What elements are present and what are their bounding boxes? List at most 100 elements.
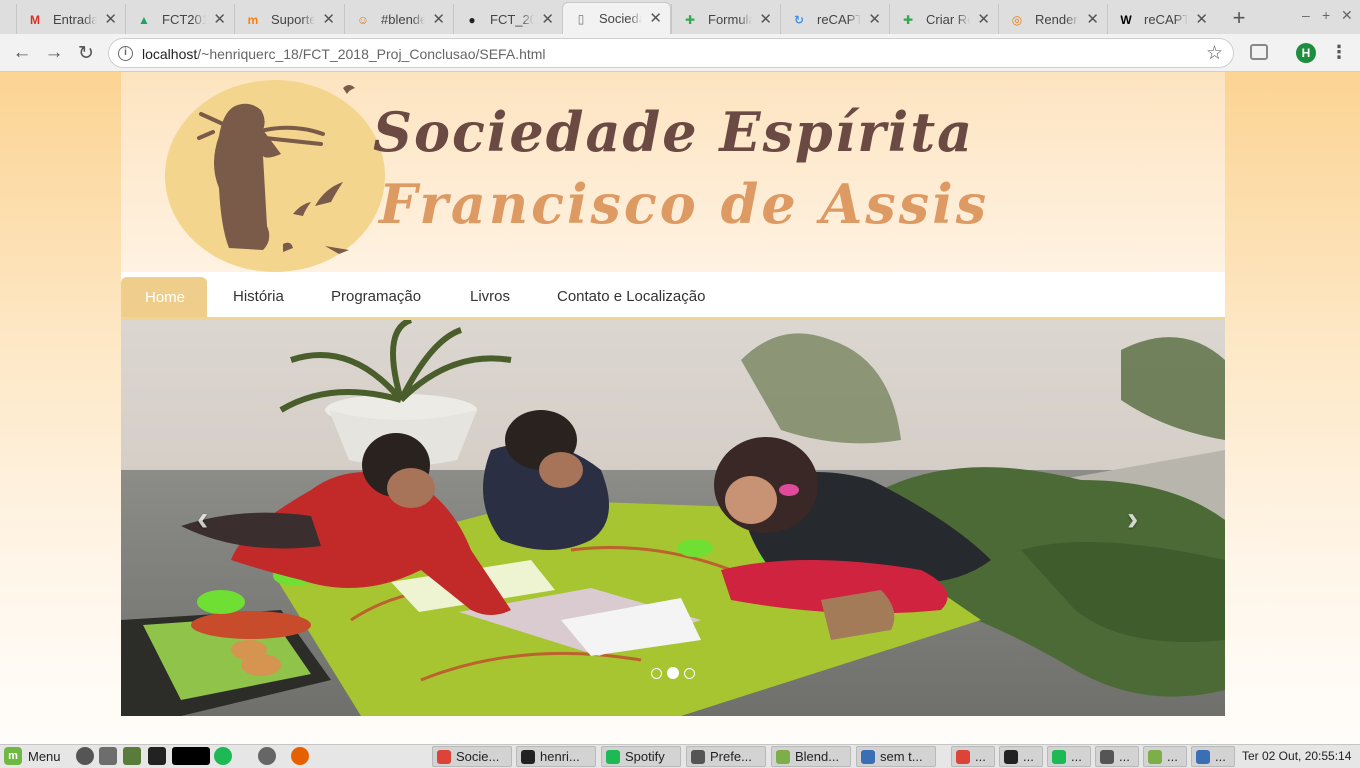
carousel-indicator-dot[interactable] — [651, 668, 662, 679]
start-menu-label: Menu — [28, 748, 61, 764]
tab-close-icon[interactable]: ✕ — [104, 10, 117, 28]
taskbar-grouped-window-button[interactable]: ... — [1095, 746, 1139, 767]
editor-icon — [861, 749, 875, 764]
tab-close-icon[interactable]: ✕ — [541, 10, 554, 28]
browser-tab[interactable]: ● FCT_2018 ✕ — [453, 4, 562, 34]
folder-icon — [776, 749, 790, 764]
browser-tab[interactable]: ▲ FCT2018 ✕ — [125, 4, 234, 34]
taskbar-grouped-window-button[interactable]: ... — [1143, 746, 1187, 767]
site-info-icon[interactable]: i — [118, 46, 133, 61]
editor-icon — [1196, 749, 1210, 764]
puzzle-green-icon: ✚ — [684, 13, 696, 27]
tab-close-icon[interactable]: ✕ — [977, 10, 990, 28]
taskbar-window-label: ... — [1023, 749, 1034, 764]
taskbar-window-label: Blend... — [795, 749, 840, 764]
show-desktop-icon[interactable] — [99, 747, 117, 765]
browser-tab[interactable]: ☺ #blender ✕ — [344, 4, 453, 34]
tab-title: Suporte — [271, 11, 315, 27]
chrome-icon — [956, 749, 970, 764]
browser-tab[interactable]: ▯ Sociedade ✕ — [562, 2, 671, 34]
tab-title: FCT_2018 — [490, 11, 534, 27]
tab-close-icon[interactable]: ✕ — [649, 9, 662, 27]
new-tab-button[interactable]: + — [1228, 5, 1250, 31]
taskbar-window-label: ... — [1215, 749, 1226, 764]
taskbar-window-button[interactable]: henri... — [516, 746, 596, 767]
carousel-next-icon[interactable]: › — [1127, 500, 1138, 539]
image-carousel: ‹ › — [121, 320, 1225, 716]
wikipedia-icon: W — [1120, 13, 1132, 27]
nav-item-historia[interactable]: História — [233, 288, 284, 305]
moodle-icon: m — [247, 13, 259, 27]
browser-tab[interactable]: m Suporte ✕ — [234, 4, 343, 34]
url-text[interactable]: localhost/~henriquerc_18/FCT_2018_Proj_C… — [142, 46, 546, 62]
tab-close-icon[interactable]: ✕ — [322, 10, 335, 28]
clock[interactable]: Ter 02 Out, 20:55:14 — [1242, 749, 1351, 763]
taskbar-grouped-window-button[interactable]: ... — [999, 746, 1043, 767]
site-header: Sociedade Espírita Francisco de Assis — [121, 72, 1225, 272]
taskbar-window-button[interactable]: Socie... — [432, 746, 512, 767]
browser-tab[interactable]: M Entrada ✕ — [16, 4, 125, 34]
preferences-icon — [691, 749, 705, 764]
extension-icon[interactable] — [1250, 44, 1268, 60]
nav-item-programacao[interactable]: Programação — [331, 288, 421, 305]
tab-close-icon[interactable]: ✕ — [432, 10, 445, 28]
page-container: Sociedade Espírita Francisco de Assis Ho… — [121, 72, 1225, 744]
carousel-indicator-dot[interactable] — [684, 668, 695, 679]
taskbar-window-label: ... — [1071, 749, 1082, 764]
nav-item-contato[interactable]: Contato e Localização — [557, 288, 705, 305]
saint-francis-logo — [165, 80, 385, 272]
settings-launcher-icon[interactable] — [258, 747, 276, 765]
system-monitor-icon — [172, 747, 210, 765]
taskbar-window-button[interactable]: sem t... — [856, 746, 936, 767]
forward-button[interactable]: → — [42, 41, 66, 65]
browser-tab[interactable]: ↻ reCAPTCHA ✕ — [780, 4, 889, 34]
taskbar-window-button[interactable]: Spotify — [601, 746, 681, 767]
browser-tab[interactable]: ✚ Criar Re ✕ — [889, 4, 998, 34]
browser-tab[interactable]: WreCAPTCHA ✕ — [1107, 4, 1216, 34]
spotify-launcher-icon[interactable] — [214, 747, 232, 765]
tab-title: Rendering — [1035, 11, 1079, 27]
tab-title: FCT2018 — [162, 11, 206, 27]
github-icon: ● — [468, 13, 476, 27]
page-viewport: Sociedade Espírita Francisco de Assis Ho… — [0, 72, 1360, 744]
files-launcher-icon[interactable] — [123, 747, 141, 765]
taskbar-grouped-window-button[interactable]: ... — [951, 746, 995, 767]
tab-close-icon[interactable]: ✕ — [213, 10, 226, 28]
tab-close-icon[interactable]: ✕ — [759, 10, 772, 28]
google-drive-icon: ▲ — [138, 13, 150, 27]
taskbar-window-button[interactable]: Blend... — [771, 746, 851, 767]
url-host: localhost — [142, 46, 198, 62]
carousel-slide-photo — [121, 320, 1225, 716]
taskbar-window-button[interactable]: Prefe... — [686, 746, 766, 767]
taskbar-grouped-window-button[interactable]: ... — [1047, 746, 1091, 767]
back-button[interactable]: ← — [10, 41, 34, 65]
browser-tab[interactable]: ✚ Formulário ✕ — [671, 4, 780, 34]
tab-close-icon[interactable]: ✕ — [1195, 10, 1208, 28]
bookmark-star-icon[interactable]: ☆ — [1206, 42, 1223, 65]
taskbar-grouped-window-button[interactable]: ... — [1191, 746, 1235, 767]
firefox-launcher-icon[interactable] — [291, 747, 309, 765]
close-window-icon[interactable]: ✕ — [1341, 7, 1353, 24]
reload-button[interactable]: ↻ — [74, 41, 98, 65]
minimize-icon[interactable]: – — [1302, 7, 1310, 23]
address-bar[interactable]: i localhost/~henriquerc_18/FCT_2018_Proj… — [108, 38, 1234, 68]
tab-close-icon[interactable]: ✕ — [1086, 10, 1099, 28]
tab-close-icon[interactable]: ✕ — [868, 10, 881, 28]
carousel-indicators — [651, 667, 695, 679]
tab-title: Formulário — [708, 11, 752, 27]
carousel-prev-icon[interactable]: ‹ — [197, 500, 208, 539]
preferences-launcher-icon[interactable] — [76, 747, 94, 765]
profile-avatar[interactable]: H — [1296, 43, 1316, 63]
taskbar-window-label: ... — [1167, 749, 1178, 764]
start-menu-button[interactable]: m Menu — [4, 747, 61, 765]
carousel-indicator-dot[interactable] — [667, 667, 679, 679]
maximize-icon[interactable]: + — [1322, 7, 1330, 23]
linux-mint-icon: m — [4, 747, 22, 765]
browser-menu-icon[interactable]: ⋮ — [1330, 42, 1348, 63]
nav-item-home[interactable]: Home — [121, 277, 208, 317]
browser-tab[interactable]: ◎ Rendering ✕ — [998, 4, 1107, 34]
taskbar-window-label: ... — [1119, 749, 1130, 764]
spotify-icon — [1052, 749, 1066, 764]
nav-item-livros[interactable]: Livros — [470, 288, 510, 305]
terminal-launcher-icon[interactable] — [148, 747, 166, 765]
